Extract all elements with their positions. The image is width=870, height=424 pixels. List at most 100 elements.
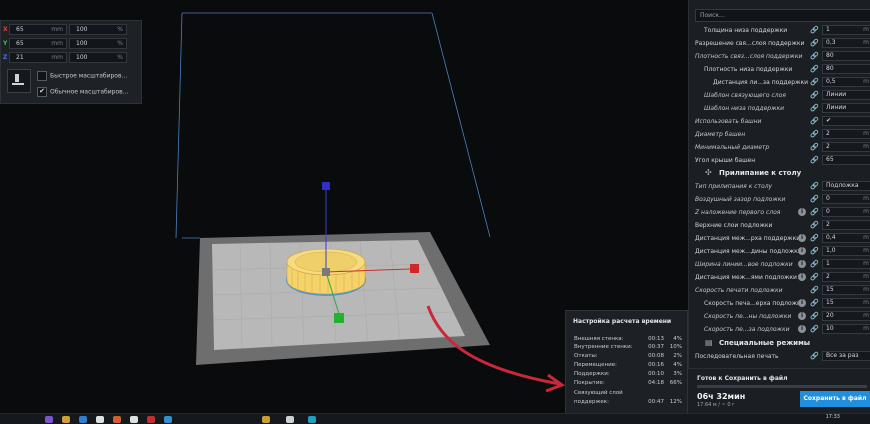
link-icon[interactable]: 🔗 <box>810 78 819 86</box>
fast-scale-checkbox[interactable] <box>37 71 47 81</box>
link-icon[interactable]: 🔗 <box>810 117 819 125</box>
setting-row[interactable]: Дистанция меж...дины подложки i 🔗 1,0 m <box>689 245 870 258</box>
fast-scale-option[interactable]: Быстрое масштабиров... <box>37 71 127 81</box>
normal-scale-checkbox[interactable]: ✔ <box>37 87 47 97</box>
setting-value-field[interactable]: 2m <box>822 272 870 282</box>
link-icon[interactable]: 🔗 <box>810 156 819 164</box>
taskbar-app-icon[interactable] <box>45 416 53 423</box>
setting-value-field[interactable]: 0m <box>822 194 870 204</box>
setting-value-field[interactable]: 10 m <box>822 324 870 334</box>
taskbar-app-icon[interactable] <box>147 416 155 423</box>
lay-flat-button[interactable] <box>7 69 31 93</box>
scale-y-percent-input[interactable]: 100% <box>69 38 127 49</box>
setting-value-field[interactable]: 0,4 m <box>822 233 870 243</box>
setting-row[interactable]: Воздушный зазор подложки 🔗 0 m <box>689 193 870 206</box>
setting-value-field[interactable]: Линии <box>822 103 870 113</box>
setting-value-field[interactable]: 0,5 m <box>822 77 870 87</box>
taskbar-app-icon[interactable] <box>130 416 138 423</box>
setting-value-field[interactable]: 1,0 m <box>822 246 870 256</box>
info-icon[interactable]: i <box>798 247 806 255</box>
setting-row[interactable]: Дистанция меж...рха поддержки i 🔗 0,4 m <box>689 232 870 245</box>
save-to-file-button[interactable]: Сохранить в файл <box>800 391 870 407</box>
link-icon[interactable]: 🔗 <box>810 221 819 229</box>
setting-row[interactable]: Z наложение первого слоя i 🔗 0 m <box>689 206 870 219</box>
setting-row[interactable]: Шаблон низа поддержки 🔗 Линии <box>689 102 870 115</box>
setting-value-field[interactable]: 15 m <box>822 298 870 308</box>
section-build-plate-adhesion[interactable]: ✣ Прилипание к столу <box>689 166 870 180</box>
normal-scale-option[interactable]: ✔ Обычное масштабиров... <box>37 87 128 97</box>
taskbar-app-icon[interactable] <box>62 416 70 423</box>
taskbar-app-icon[interactable] <box>286 416 294 423</box>
link-icon[interactable]: 🔗 <box>810 247 819 255</box>
setting-value-field[interactable]: 1m <box>822 259 870 269</box>
3d-viewport[interactable]: X 65 mm 100% Y 65 mm 100% Z 21 mm 100% Быст… <box>0 0 688 415</box>
setting-row[interactable]: Верхние слои подложки 🔗 2 <box>689 219 870 232</box>
setting-value-field[interactable]: 80 <box>822 64 870 74</box>
taskbar-app-icon[interactable] <box>79 416 87 423</box>
link-icon[interactable]: 🔗 <box>810 312 819 320</box>
setting-value-field[interactable]: ✔ <box>822 116 870 126</box>
scale-z-percent-input[interactable]: 100% <box>69 52 127 63</box>
setting-row[interactable]: Разрешение свя...слоя поддержки 🔗 0,3 m <box>689 37 870 50</box>
setting-value-field[interactable]: 0,3 m <box>822 38 870 48</box>
setting-value-field[interactable]: 2m <box>822 142 870 152</box>
section-special-modes[interactable]: ▤ Специальные режимы <box>689 336 870 350</box>
link-icon[interactable]: 🔗 <box>810 299 819 307</box>
setting-value-field[interactable]: 80 <box>822 51 870 61</box>
setting-row[interactable]: Скорость пе...за подложки i 🔗 10 m <box>689 323 870 336</box>
link-icon[interactable]: 🔗 <box>810 65 819 73</box>
info-icon[interactable]: i <box>798 312 806 320</box>
setting-row[interactable]: Дистанция ли...за поддержки 🔗 0,5 m <box>689 76 870 89</box>
setting-row[interactable]: Использовать башни 🔗 ✔ <box>689 115 870 128</box>
link-icon[interactable]: 🔗 <box>810 104 819 112</box>
info-icon[interactable]: i <box>798 234 806 242</box>
taskbar-app-icon[interactable] <box>96 416 104 423</box>
print-sequence-select[interactable]: Все за раз <box>822 351 870 361</box>
link-icon[interactable]: 🔗 <box>810 260 819 268</box>
link-icon[interactable]: 🔗 <box>810 130 819 138</box>
gizmo-z-handle[interactable] <box>322 182 330 190</box>
setting-row[interactable]: Скорость пе...ны подложки i 🔗 20 m <box>689 310 870 323</box>
link-icon[interactable]: 🔗 <box>810 143 819 151</box>
setting-row[interactable]: Тип прилипания к столу 🔗 Подложка <box>689 180 870 193</box>
link-icon[interactable]: 🔗 <box>810 208 819 216</box>
setting-value-field[interactable]: Подложка <box>822 181 870 191</box>
link-icon[interactable]: 🔗 <box>810 273 819 281</box>
setting-row[interactable]: Плотность связ...слоя поддержки 🔗 80 <box>689 50 870 63</box>
setting-value-field[interactable]: 15 m <box>822 285 870 295</box>
setting-row[interactable]: Скорость печа...ерха подложки i 🔗 15 m <box>689 297 870 310</box>
gizmo-x-handle[interactable] <box>410 264 419 273</box>
info-icon[interactable]: i <box>798 273 806 281</box>
info-icon[interactable]: i <box>798 325 806 333</box>
link-icon[interactable]: 🔗 <box>810 182 819 190</box>
scale-x-mm-input[interactable]: 65 mm <box>9 24 67 35</box>
setting-row[interactable]: Дистанция меж...ями подложки i 🔗 2 m <box>689 271 870 284</box>
setting-row[interactable]: Минимальный диаметр 🔗 2 m <box>689 141 870 154</box>
setting-value-field[interactable]: 2m <box>822 129 870 139</box>
setting-row[interactable]: Шаблон связующего слоя 🔗 Линии <box>689 89 870 102</box>
scale-z-mm-input[interactable]: 21 mm <box>9 52 67 63</box>
taskbar-app-icon[interactable] <box>164 416 172 423</box>
setting-row[interactable]: Плотность низа поддержки 🔗 80 <box>689 63 870 76</box>
setting-value-field[interactable]: 1m <box>822 25 870 35</box>
info-icon[interactable]: i <box>798 299 806 307</box>
info-icon[interactable]: i <box>798 260 806 268</box>
setting-row[interactable]: Толщина низа поддержки 🔗 1 m <box>689 24 870 37</box>
setting-row[interactable]: Скорость печати подложки 🔗 15 m <box>689 284 870 297</box>
info-icon[interactable]: i <box>798 208 806 216</box>
link-icon[interactable]: 🔗 <box>810 325 819 333</box>
setting-value-field[interactable]: Линии <box>822 90 870 100</box>
link-icon[interactable]: 🔗 <box>810 195 819 203</box>
link-icon[interactable]: 🔗 <box>810 91 819 99</box>
scale-y-mm-input[interactable]: 65 mm <box>9 38 67 49</box>
link-icon[interactable]: 🔗 <box>810 39 819 47</box>
taskbar-app-icon[interactable] <box>308 416 316 423</box>
setting-value-field[interactable]: 0m <box>822 207 870 217</box>
setting-row-print-sequence[interactable]: Последовательная печать 🔗 Все за раз <box>689 350 870 363</box>
taskbar-app-icon[interactable] <box>113 416 121 423</box>
settings-search-input[interactable]: Поиск... <box>695 9 870 22</box>
link-icon[interactable]: 🔗 <box>810 52 819 60</box>
link-icon[interactable]: 🔗 <box>810 286 819 294</box>
gizmo-y-handle[interactable] <box>334 313 344 323</box>
setting-value-field[interactable]: 2 <box>822 220 870 230</box>
